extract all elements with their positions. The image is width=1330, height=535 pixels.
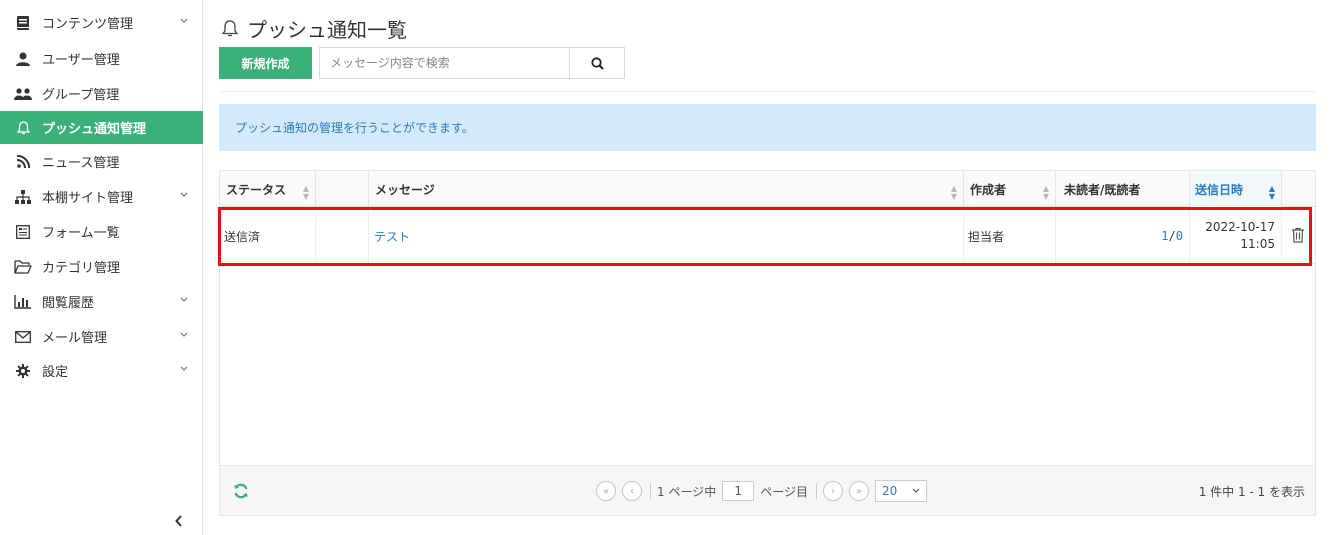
bar-chart-icon xyxy=(12,294,34,310)
collapse-sidebar-button[interactable] xyxy=(172,514,186,528)
column-header-read-count[interactable]: 未読者/既読者 xyxy=(1056,171,1190,207)
sidebar-item-label: ニュース管理 xyxy=(42,156,120,171)
sidebar-item-label: プッシュ通知管理 xyxy=(42,122,147,137)
column-header-message[interactable]: メッセージ ▲ ▼ xyxy=(369,171,964,207)
cell-author: 担当者 xyxy=(964,208,1056,264)
chevron-right-icon: › xyxy=(830,485,835,497)
book-icon xyxy=(12,15,34,31)
record-range: 1 件中 1 - 1 を表示 xyxy=(1198,485,1305,499)
column-header-blank xyxy=(316,171,369,207)
page-header: プッシュ通知一覧 xyxy=(221,15,407,42)
main-content: プッシュ通知一覧 新規作成 プッシュ通知の管理を行うことができます。 ステータス… xyxy=(203,0,1330,535)
sidebar-item-label: フォーム一覧 xyxy=(42,226,120,241)
sidebar-item-news[interactable]: ニュース管理 xyxy=(0,145,203,178)
column-header-sent-at[interactable]: 送信日時 ▲ ▼ xyxy=(1190,171,1282,207)
user-icon xyxy=(12,51,34,67)
sidebar-item-bookshelf[interactable]: 本棚サイト管理 xyxy=(0,180,203,213)
cell-message-link[interactable]: テスト xyxy=(369,208,964,264)
sidebar-item-content[interactable]: コンテンツ管理 xyxy=(0,6,203,39)
chevron-down-icon xyxy=(179,330,189,340)
users-icon xyxy=(12,86,34,102)
chevron-down-icon xyxy=(179,16,189,26)
sidebar-item-label: ユーザー管理 xyxy=(42,53,120,68)
table-row[interactable]: 送信済 テスト 担当者 1 / 0 2022-10-17 11:05 xyxy=(220,208,1315,264)
chevron-left-icon xyxy=(175,515,182,527)
sort-icon: ▲ ▼ xyxy=(1268,184,1275,201)
sidebar-item-label: メール管理 xyxy=(42,331,108,346)
page-suffix-label: ページ目 xyxy=(760,484,808,499)
info-message: プッシュ通知の管理を行うことができます。 xyxy=(235,121,474,135)
sidebar-item-label: コンテンツ管理 xyxy=(42,17,134,32)
column-header-actions xyxy=(1282,171,1315,207)
sidebar-item-users[interactable]: ユーザー管理 xyxy=(0,42,203,75)
sidebar-item-label: 本棚サイト管理 xyxy=(42,191,134,206)
double-chevron-left-icon: « xyxy=(602,485,610,497)
last-page-button[interactable]: » xyxy=(848,481,869,501)
form-icon xyxy=(12,224,34,240)
pagination-divider xyxy=(650,483,651,499)
refresh-icon[interactable] xyxy=(233,483,249,499)
sidebar-item-mail[interactable]: メール管理 xyxy=(0,320,203,353)
envelope-icon xyxy=(12,329,34,345)
gear-icon xyxy=(12,363,34,379)
sitemap-icon xyxy=(12,189,34,205)
bell-icon xyxy=(12,120,34,136)
sidebar: コンテンツ管理 ユーザー管理 グループ管理 プッシュ通知管理 ニュース管理 本棚… xyxy=(0,0,203,535)
sidebar-item-forms[interactable]: フォーム一覧 xyxy=(0,215,203,248)
page-title: プッシュ通知一覧 xyxy=(247,17,407,42)
pagination-divider xyxy=(815,483,817,499)
per-page-select[interactable]: 20 xyxy=(874,480,927,502)
sent-time: 11:05 xyxy=(1240,237,1275,251)
double-chevron-right-icon: » xyxy=(855,485,863,497)
new-button[interactable]: 新規作成 xyxy=(219,47,312,79)
chevron-left-icon: ‹ xyxy=(630,485,634,497)
sidebar-item-categories[interactable]: カテゴリ管理 xyxy=(0,250,203,283)
chevron-down-icon xyxy=(179,295,189,305)
sort-icon: ▲ ▼ xyxy=(1042,184,1049,201)
search-icon xyxy=(590,56,604,70)
sidebar-item-groups[interactable]: グループ管理 xyxy=(0,77,203,110)
sent-date: 2022-10-17 xyxy=(1205,220,1275,234)
notification-table: ステータス ▲ ▼ メッセージ ▲ ▼ 作成者 ▲ ▼ 未読者/既読者 送信日時 ▲ ▼… xyxy=(219,170,1316,466)
sidebar-item-label: グループ管理 xyxy=(42,88,120,103)
sidebar-item-push[interactable]: プッシュ通知管理 xyxy=(0,111,203,144)
sidebar-item-label: 閲覧履歴 xyxy=(42,296,95,311)
column-header-status[interactable]: ステータス ▲ ▼ xyxy=(220,171,316,207)
count-separator: / xyxy=(1168,229,1176,243)
next-page-button[interactable]: › xyxy=(822,481,843,501)
sidebar-item-label: 設定 xyxy=(42,365,69,380)
read-count-link[interactable]: 0 xyxy=(1176,229,1183,243)
chevron-down-icon xyxy=(179,190,189,200)
sort-icon: ▲ ▼ xyxy=(950,184,957,201)
search-button[interactable] xyxy=(569,47,625,79)
cell-status: 送信済 xyxy=(220,208,316,264)
page-number-input[interactable] xyxy=(722,481,755,501)
cell-blank xyxy=(316,208,369,264)
cell-read-count: 1 / 0 xyxy=(1056,208,1190,264)
table-header: ステータス ▲ ▼ メッセージ ▲ ▼ 作成者 ▲ ▼ 未読者/既読者 送信日時 ▲ ▼ xyxy=(220,171,1315,207)
chevron-down-icon xyxy=(912,488,920,493)
sort-icon: ▲ ▼ xyxy=(302,184,309,201)
sidebar-item-history[interactable]: 閲覧履歴 xyxy=(0,285,203,318)
sidebar-item-label: カテゴリ管理 xyxy=(42,261,121,276)
info-banner: プッシュ通知の管理を行うことができます。 xyxy=(219,104,1316,151)
first-page-button[interactable]: « xyxy=(596,481,616,501)
divider xyxy=(219,91,1316,92)
folder-open-icon xyxy=(12,259,34,275)
unread-count-link[interactable]: 1 xyxy=(1161,229,1168,243)
table-footer: « ‹ 1 ページ中 ページ目 › » 20 1 件中 1 - 1 を表示 xyxy=(219,466,1316,516)
rss-icon xyxy=(12,154,34,170)
page-count-label: 1 ページ中 xyxy=(657,484,717,499)
search-input[interactable] xyxy=(319,47,569,79)
toolbar: 新規作成 xyxy=(219,47,625,79)
cell-sent-at: 2022-10-17 11:05 xyxy=(1190,208,1282,264)
column-header-author[interactable]: 作成者 ▲ ▼ xyxy=(964,171,1056,207)
chevron-down-icon xyxy=(179,364,189,374)
bell-icon xyxy=(221,20,239,37)
prev-page-button[interactable]: ‹ xyxy=(622,481,642,501)
sidebar-item-settings[interactable]: 設定 xyxy=(0,354,203,387)
pagination: « ‹ 1 ページ中 ページ目 › » 20 xyxy=(596,480,927,502)
trash-icon[interactable] xyxy=(1291,227,1305,243)
